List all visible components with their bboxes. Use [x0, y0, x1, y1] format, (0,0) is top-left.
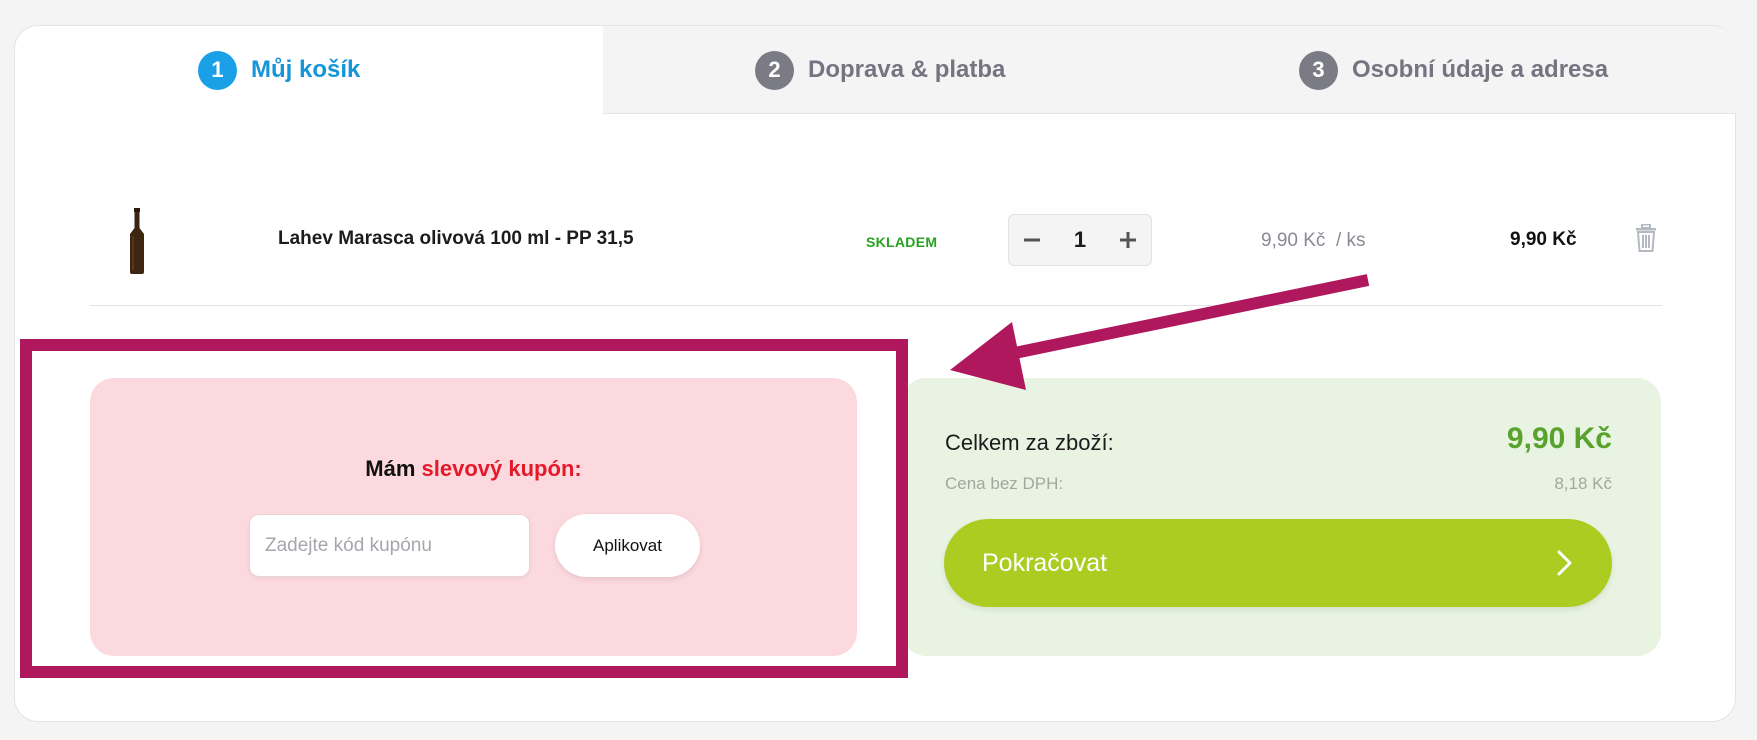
apply-coupon-button[interactable]: Aplikovat — [555, 514, 700, 577]
quantity-value[interactable]: 1 — [1074, 227, 1086, 253]
step-number-1: 1 — [198, 50, 237, 90]
coupon-title: Mám slevový kupón: — [90, 456, 857, 482]
decrease-quantity-button[interactable] — [1021, 229, 1043, 251]
unit-price: 9,90 Kč / ks — [1261, 230, 1366, 251]
minus-icon — [1024, 238, 1040, 242]
net-price-label: Cena bez DPH: — [945, 474, 1064, 493]
total-label: Celkem za zboží: — [945, 430, 1114, 455]
coupon-title-prefix: Mám — [365, 456, 416, 481]
continue-button[interactable]: Pokračovat — [944, 519, 1612, 607]
cart-item-row: Lahev Marasca olivová 100 ml - PP 31,5 S… — [90, 176, 1662, 306]
chevron-right-icon — [1557, 550, 1572, 576]
product-name[interactable]: Lahev Marasca olivová 100 ml - PP 31,5 — [278, 228, 634, 250]
trash-icon[interactable] — [1635, 224, 1657, 252]
tab-my-cart[interactable]: 1 Můj košík — [198, 50, 360, 90]
coupon-code-input[interactable] — [249, 514, 530, 577]
step-number-2: 2 — [755, 50, 794, 90]
tab-shipping-payment[interactable]: 2 Doprava & platba — [755, 50, 1005, 90]
tab-personal-details[interactable]: 3 Osobní údaje a adresa — [1299, 50, 1608, 90]
plus-icon — [1120, 232, 1136, 248]
coupon-panel: Mám slevový kupón: Aplikovat — [90, 378, 857, 656]
item-total-price: 9,90 Kč — [1510, 229, 1577, 250]
quantity-stepper: 1 — [1008, 214, 1152, 266]
coupon-title-highlight: slevový kupón: — [421, 456, 582, 481]
tab-label: Doprava & platba — [808, 56, 1006, 83]
net-price-value: 8,18 Kč — [1554, 474, 1612, 493]
tab-label: Osobní údaje a adresa — [1352, 56, 1609, 83]
product-image[interactable] — [128, 208, 146, 274]
order-summary-panel: Celkem za zboží: 9,90 Kč Cena bez DPH: 8… — [902, 378, 1661, 656]
step-number-3: 3 — [1299, 50, 1338, 90]
increase-quantity-button[interactable] — [1117, 229, 1139, 251]
continue-label: Pokračovat — [982, 548, 1108, 577]
stock-status: SKLADEM — [866, 234, 938, 250]
tab-label: Můj košík — [251, 56, 361, 83]
total-value: 9,90 Kč — [1506, 422, 1612, 455]
